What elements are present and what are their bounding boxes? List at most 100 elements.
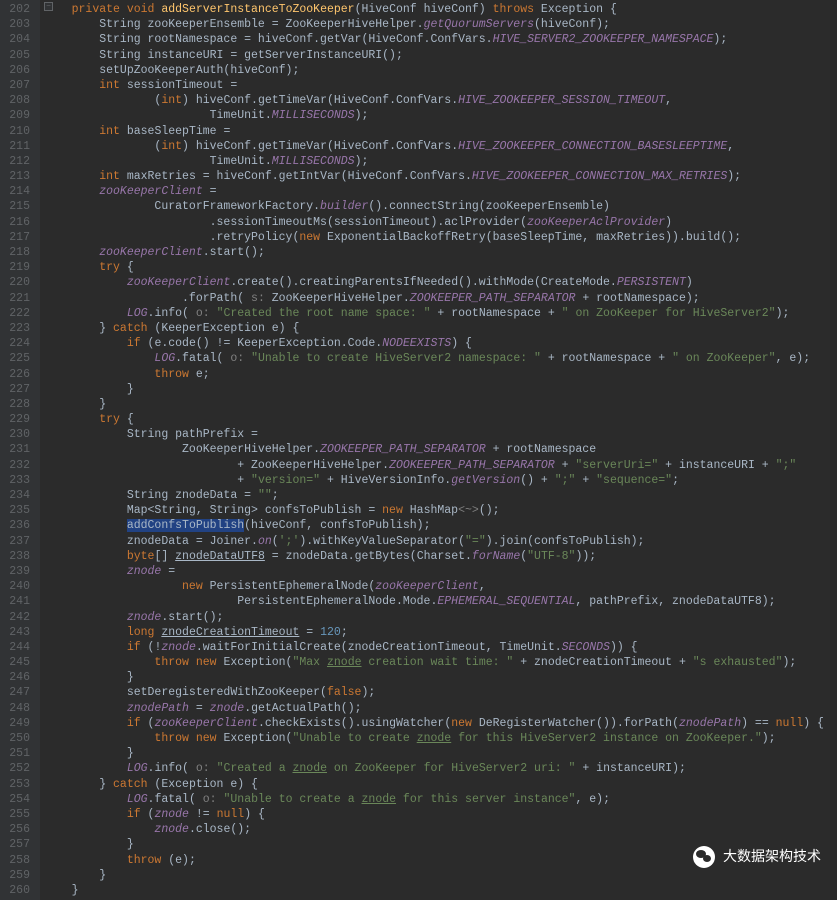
line-number[interactable]: 259	[6, 868, 30, 883]
code-editor[interactable]: 2022032042052062072082092102112122132142…	[0, 0, 837, 900]
line-number[interactable]: 231	[6, 442, 30, 457]
code-line[interactable]: CuratorFrameworkFactory.builder().connec…	[44, 199, 837, 214]
code-line[interactable]: + "version=" + HiveVersionInfo.getVersio…	[44, 473, 837, 488]
line-number[interactable]: 227	[6, 382, 30, 397]
line-number[interactable]: 225	[6, 351, 30, 366]
fold-marker-icon[interactable]: −	[44, 2, 53, 11]
line-number[interactable]: 245	[6, 655, 30, 670]
line-number[interactable]: 205	[6, 48, 30, 63]
line-number[interactable]: 218	[6, 245, 30, 260]
line-number[interactable]: 212	[6, 154, 30, 169]
code-line[interactable]: zooKeeperClient.create().creatingParents…	[44, 275, 837, 290]
line-number[interactable]: 208	[6, 93, 30, 108]
line-number[interactable]: 260	[6, 883, 30, 898]
line-number[interactable]: 216	[6, 215, 30, 230]
code-line[interactable]: if (!znode.waitForInitialCreate(znodeCre…	[44, 640, 837, 655]
code-line[interactable]: (int) hiveConf.getTimeVar(HiveConf.ConfV…	[44, 93, 837, 108]
line-number[interactable]: 249	[6, 716, 30, 731]
line-number[interactable]: 203	[6, 17, 30, 32]
line-number[interactable]: 214	[6, 184, 30, 199]
line-number[interactable]: 252	[6, 761, 30, 776]
line-number[interactable]: 229	[6, 412, 30, 427]
line-number[interactable]: 248	[6, 701, 30, 716]
line-number[interactable]: 253	[6, 777, 30, 792]
line-number[interactable]: 235	[6, 503, 30, 518]
code-line[interactable]: private void addServerInstanceToZooKeepe…	[44, 2, 837, 17]
code-line[interactable]: LOG.fatal( o: "Unable to create HiveServ…	[44, 351, 837, 366]
code-line[interactable]: throw e;	[44, 367, 837, 382]
line-number[interactable]: 258	[6, 853, 30, 868]
line-number[interactable]: 237	[6, 534, 30, 549]
code-line[interactable]: }	[44, 746, 837, 761]
line-number[interactable]: 239	[6, 564, 30, 579]
code-line[interactable]: if (e.code() != KeeperException.Code.NOD…	[44, 336, 837, 351]
line-number[interactable]: 232	[6, 458, 30, 473]
code-line[interactable]: znode.close();	[44, 822, 837, 837]
line-number[interactable]: 222	[6, 306, 30, 321]
code-line[interactable]: zooKeeperClient =	[44, 184, 837, 199]
line-number[interactable]: 213	[6, 169, 30, 184]
line-number[interactable]: 228	[6, 397, 30, 412]
code-line[interactable]: .retryPolicy(new ExponentialBackoffRetry…	[44, 230, 837, 245]
code-line[interactable]: } catch (Exception e) {	[44, 777, 837, 792]
line-number-gutter[interactable]: 2022032042052062072082092102112122132142…	[0, 0, 40, 900]
line-number[interactable]: 241	[6, 594, 30, 609]
code-line[interactable]: LOG.fatal( o: "Unable to create a znode …	[44, 792, 837, 807]
line-number[interactable]: 219	[6, 260, 30, 275]
line-number[interactable]: 242	[6, 610, 30, 625]
code-line[interactable]: if (znode != null) {	[44, 807, 837, 822]
code-line[interactable]: if (zooKeeperClient.checkExists().usingW…	[44, 716, 837, 731]
line-number[interactable]: 204	[6, 32, 30, 47]
code-line[interactable]: LOG.info( o: "Created a znode on ZooKeep…	[44, 761, 837, 776]
code-line[interactable]: znode =	[44, 564, 837, 579]
line-number[interactable]: 209	[6, 108, 30, 123]
code-line[interactable]: String zooKeeperEnsemble = ZooKeeperHive…	[44, 17, 837, 32]
code-line[interactable]: try {	[44, 260, 837, 275]
code-line[interactable]: String rootNamespace = hiveConf.getVar(H…	[44, 32, 837, 47]
line-number[interactable]: 257	[6, 837, 30, 852]
code-line[interactable]: byte[] znodeDataUTF8 = znodeData.getByte…	[44, 549, 837, 564]
code-line[interactable]: new PersistentEphemeralNode(zooKeeperCli…	[44, 579, 837, 594]
code-line[interactable]: .sessionTimeoutMs(sessionTimeout).aclPro…	[44, 215, 837, 230]
line-number[interactable]: 236	[6, 518, 30, 533]
code-line[interactable]: zooKeeperClient.start();	[44, 245, 837, 260]
code-line[interactable]: znodePath = znode.getActualPath();	[44, 701, 837, 716]
line-number[interactable]: 251	[6, 746, 30, 761]
line-number[interactable]: 247	[6, 685, 30, 700]
line-number[interactable]: 224	[6, 336, 30, 351]
line-number[interactable]: 244	[6, 640, 30, 655]
code-line[interactable]: znode.start();	[44, 610, 837, 625]
code-line[interactable]: ZooKeeperHiveHelper.ZOOKEEPER_PATH_SEPAR…	[44, 442, 837, 457]
line-number[interactable]: 230	[6, 427, 30, 442]
code-line[interactable]: TimeUnit.MILLISECONDS);	[44, 154, 837, 169]
code-line[interactable]: }	[44, 883, 837, 898]
code-line[interactable]: (int) hiveConf.getTimeVar(HiveConf.ConfV…	[44, 139, 837, 154]
line-number[interactable]: 215	[6, 199, 30, 214]
line-number[interactable]: 233	[6, 473, 30, 488]
line-number[interactable]: 211	[6, 139, 30, 154]
code-line[interactable]: LOG.info( o: "Created the root name spac…	[44, 306, 837, 321]
code-content-area[interactable]: private void addServerInstanceToZooKeepe…	[40, 0, 837, 900]
line-number[interactable]: 226	[6, 367, 30, 382]
line-number[interactable]: 250	[6, 731, 30, 746]
code-line[interactable]: }	[44, 382, 837, 397]
code-line[interactable]: setUpZooKeeperAuth(hiveConf);	[44, 63, 837, 78]
code-line[interactable]: }	[44, 670, 837, 685]
code-line[interactable]: long znodeCreationTimeout = 120;	[44, 625, 837, 640]
code-line[interactable]: addConfsToPublish(hiveConf, confsToPubli…	[44, 518, 837, 533]
code-line[interactable]: throw new Exception("Unable to create zn…	[44, 731, 837, 746]
code-line[interactable]: try {	[44, 412, 837, 427]
line-number[interactable]: 221	[6, 291, 30, 306]
line-number[interactable]: 254	[6, 792, 30, 807]
code-line[interactable]: setDeregisteredWithZooKeeper(false);	[44, 685, 837, 700]
code-line[interactable]: String instanceURI = getServerInstanceUR…	[44, 48, 837, 63]
line-number[interactable]: 246	[6, 670, 30, 685]
code-line[interactable]: } catch (KeeperException e) {	[44, 321, 837, 336]
code-line[interactable]: String znodeData = "";	[44, 488, 837, 503]
line-number[interactable]: 234	[6, 488, 30, 503]
code-line[interactable]: znodeData = Joiner.on(';').withKeyValueS…	[44, 534, 837, 549]
code-line[interactable]: PersistentEphemeralNode.Mode.EPHEMERAL_S…	[44, 594, 837, 609]
code-line[interactable]: int sessionTimeout =	[44, 78, 837, 93]
line-number[interactable]: 256	[6, 822, 30, 837]
code-line[interactable]: TimeUnit.MILLISECONDS);	[44, 108, 837, 123]
